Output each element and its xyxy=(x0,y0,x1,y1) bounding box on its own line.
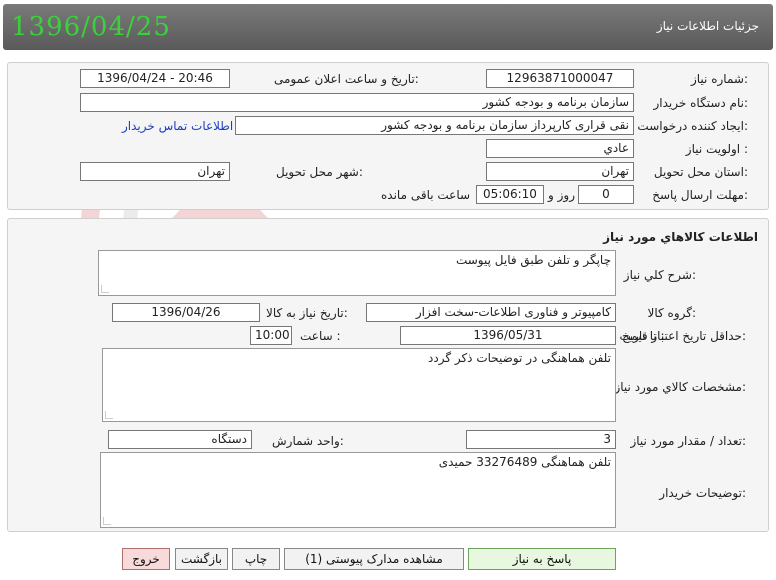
quantity-label: تعداد / مقدار مورد نیاز: xyxy=(630,434,746,448)
page-header: 1396/04/25 جزئیات اطلاعات نیاز xyxy=(3,4,773,50)
summary-label: شرح کلي نیاز: xyxy=(623,268,696,282)
buyer-notes-textarea: تلفن هماهنگی 33276489 حمیدی xyxy=(100,452,616,528)
exit-button[interactable]: خروج xyxy=(122,548,170,570)
goods-group-field: کامپیوتر و فناوری اطلاعات-سخت افزار xyxy=(366,303,616,322)
buyer-org-field: سازمان برنامه و بودجه کشور xyxy=(80,93,634,112)
creator-label: ایجاد کننده درخواست: xyxy=(637,119,748,133)
buyer-contact-link[interactable]: اطلاعات تماس خریدار xyxy=(122,119,233,133)
view-attachments-button[interactable]: مشاهده مدارک پیوستی (1) xyxy=(284,548,464,570)
validity-date-field: 1396/05/31 xyxy=(400,326,616,345)
creator-field: نقی قراری کارپرداز سازمان برنامه و بودجه… xyxy=(235,116,634,135)
reply-button[interactable]: پاسخ به نیاز xyxy=(468,548,616,570)
priority-label: اولویت نیاز : xyxy=(685,142,748,156)
resize-grip-icon xyxy=(101,285,109,293)
specs-textarea: تلفن هماهنگی در توضیحات ذکر گردد xyxy=(102,348,616,422)
buyer-notes-label: توضیحات خریدار: xyxy=(659,486,746,500)
need-date-field: 1396/04/26 xyxy=(112,303,260,322)
specs-label: مشخصات کالاي مورد نیاز: xyxy=(614,380,746,394)
page-title: جزئیات اطلاعات نیاز xyxy=(656,19,759,33)
priority-field: عادي xyxy=(486,139,634,158)
time-left-field: 05:06:10 xyxy=(476,185,544,204)
back-button[interactable]: بازگشت xyxy=(175,548,228,570)
need-date-label: تاریخ نیاز به کالا: xyxy=(266,306,348,320)
specs-text: تلفن هماهنگی در توضیحات ذکر گردد xyxy=(428,351,611,365)
buyer-org-label: نام دستگاه خریدار: xyxy=(653,96,749,110)
goods-group-label: گروه کالا: xyxy=(647,306,697,320)
validity-hour-label: ساعت : xyxy=(300,329,341,343)
announce-datetime-field: 1396/04/24 - 20:46 xyxy=(80,69,230,88)
province-label: استان محل تحویل: xyxy=(653,165,748,179)
summary-text: چاپگر و تلفن طبق فایل پیوست xyxy=(455,253,611,267)
quantity-field: 3 xyxy=(466,430,616,449)
buyer-notes-text: تلفن هماهنگی 33276489 حمیدی xyxy=(438,455,611,469)
unit-label: واحد شمارش: xyxy=(272,434,344,448)
resize-grip-icon xyxy=(103,517,111,525)
days-suffix: روز و xyxy=(548,188,575,202)
province-field: تهران xyxy=(486,162,634,181)
need-number-label: شماره نیاز: xyxy=(690,72,748,86)
announce-datetime-label: تاریخ و ساعت اعلان عمومی: xyxy=(274,72,419,86)
print-button[interactable]: چاپ xyxy=(232,548,280,570)
resize-grip-icon xyxy=(105,411,113,419)
until-date-label: تا تاریخ : xyxy=(622,329,665,343)
header-date: 1396/04/25 xyxy=(11,12,171,42)
goods-section-title: اطلاعات کالاهاي مورد نیاز xyxy=(603,230,758,244)
summary-textarea: چاپگر و تلفن طبق فایل پیوست xyxy=(98,250,616,296)
city-field: تهران xyxy=(80,162,230,181)
need-number-field: 1296387100004​7 xyxy=(486,69,634,88)
unit-field: دستگاه xyxy=(108,430,252,449)
validity-time-field: 10:00 xyxy=(250,326,292,345)
days-left-field: 0 xyxy=(578,185,634,204)
deadline-label: مهلت ارسال پاسخ: xyxy=(652,188,748,202)
time-suffix: ساعت باقی مانده xyxy=(381,188,471,202)
city-label: شهر محل تحویل: xyxy=(276,165,363,179)
